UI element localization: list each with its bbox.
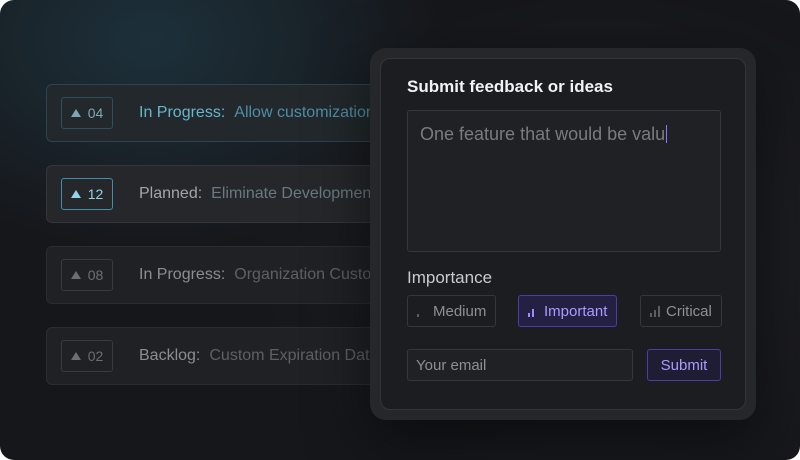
feature-title: Organization Custom [234, 266, 385, 283]
feature-card[interactable]: 02 Backlog: Custom Expiration Date [46, 327, 406, 385]
feedback-text-value: One feature that would be valu [420, 124, 666, 144]
feedback-textarea[interactable]: One feature that would be valu [407, 110, 721, 252]
feature-status: In Progress: [139, 266, 226, 283]
submit-button[interactable]: Submit [647, 349, 721, 381]
option-label: Important [544, 302, 608, 320]
feature-card[interactable]: 12 Planned: Eliminate Development [46, 165, 406, 223]
feature-card[interactable]: 08 In Progress: Organization Custom [46, 246, 406, 304]
signal-bars-icon [528, 306, 538, 317]
panel-title: Submit feedback or ideas [407, 77, 613, 96]
feature-title: Allow customization [234, 104, 375, 121]
feature-text: Backlog: Custom Expiration Date [139, 347, 378, 365]
vote-count: 02 [87, 348, 104, 364]
text-caret [666, 125, 668, 143]
vote-count: 12 [87, 186, 104, 202]
upvote-triangle-icon [70, 352, 81, 360]
feature-status: Backlog: [139, 347, 201, 364]
feedback-panel-container: Submit feedback or ideas One feature tha… [370, 48, 756, 420]
signal-bars-icon [417, 306, 427, 317]
upvote-triangle-icon [70, 190, 81, 198]
upvote-triangle-icon [70, 109, 81, 117]
upvote-button[interactable]: 08 [61, 259, 113, 291]
vote-count: 08 [87, 267, 104, 283]
signal-bars-icon [650, 305, 660, 317]
feature-title: Eliminate Development [211, 185, 376, 202]
upvote-button[interactable]: 12 [61, 178, 113, 210]
upvote-button[interactable]: 04 [61, 97, 113, 129]
app-frame: 04 In Progress: Allow customization 12 Pl… [0, 0, 800, 460]
feature-status: Planned: [139, 185, 203, 202]
upvote-triangle-icon [70, 271, 81, 279]
email-input[interactable] [407, 349, 633, 381]
importance-option-critical[interactable]: Critical [640, 295, 722, 327]
feature-text: In Progress: Organization Custom [139, 266, 385, 284]
importance-label: Importance [407, 268, 493, 287]
option-label: Medium [433, 302, 487, 320]
feature-title: Custom Expiration Date [209, 347, 379, 364]
feature-text: In Progress: Allow customization [139, 104, 375, 122]
vote-count: 04 [87, 105, 104, 121]
upvote-button[interactable]: 02 [61, 340, 113, 372]
feature-text: Planned: Eliminate Development [139, 185, 376, 203]
option-label: Critical [666, 302, 712, 320]
feature-card[interactable]: 04 In Progress: Allow customization [46, 84, 406, 142]
importance-option-medium[interactable]: Medium [407, 295, 497, 327]
feedback-panel: Submit feedback or ideas One feature tha… [380, 58, 746, 410]
feature-status: In Progress: [139, 104, 226, 121]
importance-option-important[interactable]: Important [518, 295, 618, 327]
